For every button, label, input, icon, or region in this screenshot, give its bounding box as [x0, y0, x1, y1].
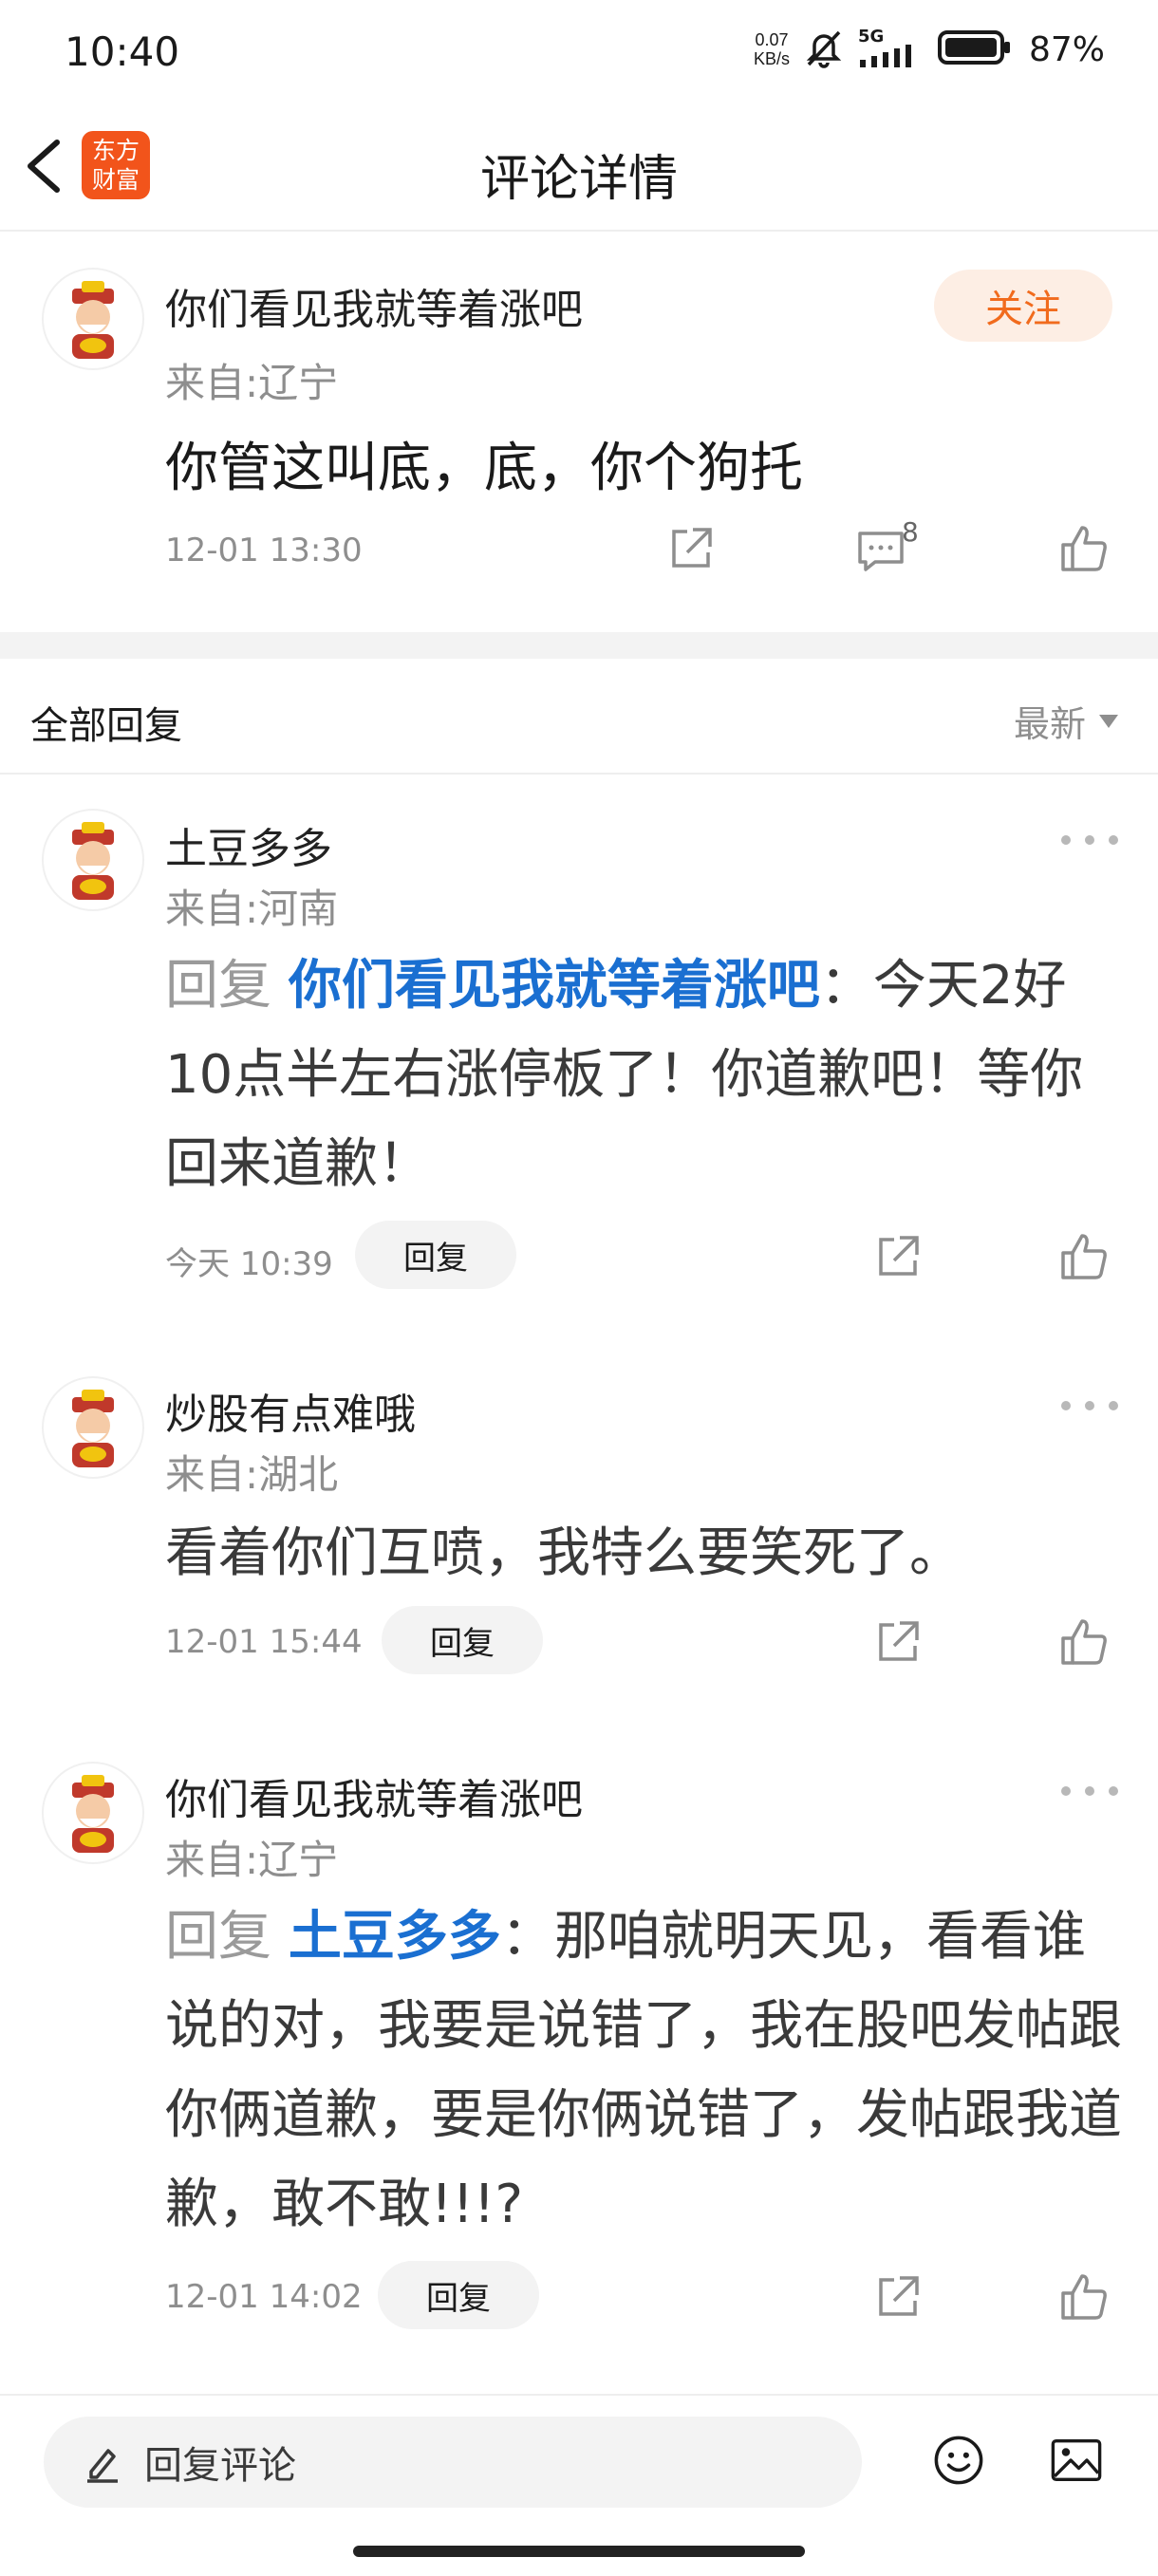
fortune-god-avatar-icon: [72, 281, 114, 359]
reply-content: 看着你们互喷，我特么要笑死了。: [165, 1522, 962, 1584]
battery-percent: 87%: [1028, 29, 1105, 69]
emoji-icon: [934, 2436, 983, 2485]
like-button[interactable]: [1057, 1230, 1111, 1283]
network-speed: 0.07 KB/s: [754, 30, 790, 68]
more-options-button[interactable]: [1061, 826, 1118, 854]
emoji-button[interactable]: [932, 2434, 993, 2494]
share-icon: [672, 528, 712, 568]
sort-label: 最新: [1014, 703, 1087, 745]
mention-link[interactable]: 土豆多多: [289, 1906, 501, 1968]
reply-input-placeholder: 回复评论: [144, 2444, 296, 2488]
share-icon: [879, 1621, 919, 1661]
status-icons: 0.07 KB/s 5G 87%: [754, 27, 1105, 72]
page-title: 评论详情: [479, 151, 678, 208]
thumbs-up-icon: [1061, 2274, 1107, 2320]
like-button[interactable]: [1057, 522, 1111, 575]
network-speed-unit: KB/s: [753, 49, 790, 68]
reply-content: 回复 土豆多多：那咱就明天见，看看谁说的对，我要是说错了，我在股吧发帖跟你俩道歉…: [165, 1906, 1122, 2235]
reply-author-name[interactable]: 你们看见我就等着涨吧: [165, 1765, 583, 1826]
reply-content: 回复 你们看见我就等着涨吧：今天2好10点半左右涨停板了！你道歉吧！等你回来道歉…: [165, 955, 1084, 1195]
reply-comment-input[interactable]: 回复评论: [44, 2417, 862, 2508]
post-timestamp: 12-01 13:30: [165, 532, 363, 569]
comment-icon: [858, 532, 904, 571]
mention-link[interactable]: 你们看见我就等着涨吧: [289, 955, 820, 1017]
reply-author-name[interactable]: 炒股有点难哦: [165, 1380, 416, 1441]
reply-timestamp: 12-01 15:44: [165, 1623, 363, 1661]
post-author-name[interactable]: 你们看见我就等着涨吧: [165, 275, 583, 336]
bottom-compose-bar: 回复评论: [0, 2394, 1158, 2576]
status-time: 10:40: [65, 28, 180, 75]
thumbs-up-icon: [1061, 1234, 1107, 1279]
reply-author-location: 来自:河南: [165, 886, 339, 932]
network-type-label: 5G: [857, 27, 885, 47]
reply-author-location: 来自:辽宁: [165, 1837, 339, 1883]
image-button[interactable]: [1050, 2434, 1112, 2494]
post-content: 你管这叫底，底，你个狗托: [165, 438, 803, 499]
comment-count: 8: [902, 516, 919, 548]
avatar[interactable]: [42, 1376, 144, 1479]
network-speed-value: 0.07: [755, 30, 789, 49]
caret-down-icon: [1099, 714, 1119, 728]
share-icon: [879, 1236, 919, 1276]
all-replies-title: 全部回复: [30, 704, 182, 748]
share-button[interactable]: [871, 2270, 925, 2324]
reply-button[interactable]: 回复: [355, 1221, 516, 1289]
top-nav-bar: 东方 财富 评论详情: [0, 104, 1158, 232]
reply-timestamp: 12-01 14:02: [165, 2278, 363, 2316]
section-divider: [0, 632, 1158, 659]
pencil-icon: [82, 2441, 123, 2483]
reply-author-name[interactable]: 土豆多多: [165, 814, 332, 875]
reply-author-location: 来自:湖北: [165, 1451, 339, 1498]
replies-header: 全部回复 最新: [0, 659, 1158, 775]
fortune-god-avatar-icon: [72, 822, 114, 900]
share-button[interactable]: [664, 522, 718, 575]
thumbs-up-icon: [1061, 1619, 1107, 1665]
avatar[interactable]: [42, 268, 144, 370]
thumbs-up-icon: [1061, 526, 1107, 571]
battery-icon: [937, 28, 1012, 70]
avatar[interactable]: [42, 1762, 144, 1864]
like-button[interactable]: [1057, 1615, 1111, 1669]
comment-button[interactable]: [854, 524, 907, 577]
reply-timestamp: 今天 10:39: [165, 1245, 333, 1283]
reply-button[interactable]: 回复: [378, 2261, 539, 2329]
bell-muted-icon: [803, 27, 845, 72]
reply-button[interactable]: 回复: [382, 1606, 543, 1674]
follow-button[interactable]: 关注: [934, 270, 1112, 342]
fortune-god-avatar-icon: [72, 1390, 114, 1467]
sort-dropdown[interactable]: 最新: [1014, 695, 1119, 747]
like-button[interactable]: [1057, 2270, 1111, 2324]
home-indicator: [353, 2546, 805, 2557]
signal-icon: 5G: [857, 27, 925, 69]
share-button[interactable]: [871, 1615, 925, 1669]
more-options-button[interactable]: [1061, 1391, 1118, 1420]
more-options-button[interactable]: [1061, 1777, 1118, 1805]
fortune-god-avatar-icon: [72, 1775, 114, 1853]
post-author-location: 来自:辽宁: [165, 360, 339, 406]
avatar[interactable]: [42, 809, 144, 911]
share-icon: [879, 2276, 919, 2316]
share-button[interactable]: [871, 1230, 925, 1283]
image-icon: [1051, 2438, 1102, 2482]
